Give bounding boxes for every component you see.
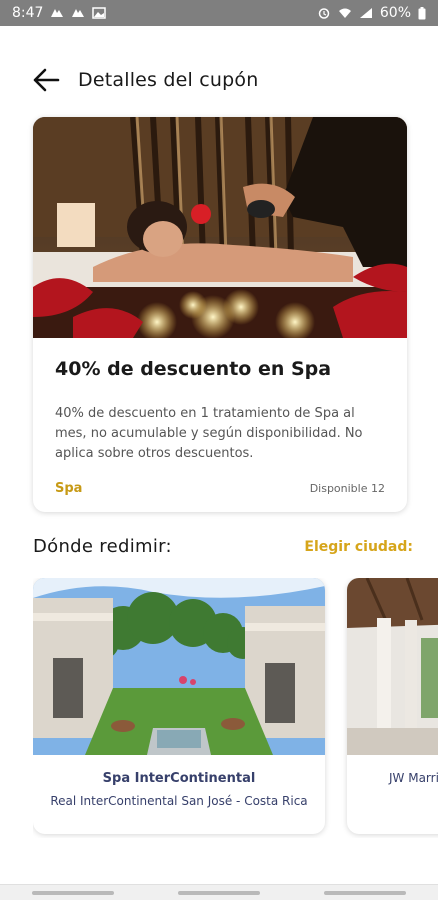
coupon-description: 40% de descuento en 1 tratamiento de Spa… xyxy=(55,406,363,461)
back-button[interactable] xyxy=(30,64,62,96)
coupon-card: 40% de descuento en Spa 40% de descuento… xyxy=(33,117,407,512)
arrow-left-icon xyxy=(33,68,60,92)
status-right: 60% xyxy=(317,5,426,21)
notification-icon xyxy=(50,7,64,19)
status-bar: 8:47 60% xyxy=(0,0,438,26)
coupon-category: Spa xyxy=(55,481,83,496)
place-name: Spa InterContinental xyxy=(102,771,256,786)
coupon-body: 40% de descuento en Spa 40% de descuento… xyxy=(33,338,407,464)
redeem-section-header: Dónde redimir: Elegir ciudad: xyxy=(33,536,413,557)
place-card[interactable]: JW Marriott xyxy=(347,578,438,834)
coupon-footer: Spa Disponible 12 xyxy=(55,481,385,496)
nav-recents-button[interactable] xyxy=(32,890,114,895)
battery-icon xyxy=(418,7,426,20)
image-icon xyxy=(92,7,107,19)
place-card[interactable]: Spa InterContinental Real InterContinent… xyxy=(33,578,325,834)
place-location: JW Marriott xyxy=(389,771,438,785)
hotel-terrace-image xyxy=(347,578,438,755)
nav-back-button[interactable] xyxy=(324,890,406,895)
spa-massage-image xyxy=(33,117,407,338)
signal-icon xyxy=(359,7,373,19)
app-header: Detalles del cupón xyxy=(0,56,438,104)
status-left: 8:47 xyxy=(12,5,107,21)
hotel-garden-image xyxy=(33,578,325,755)
notification-icon xyxy=(71,7,85,19)
coupon-availability: Disponible 12 xyxy=(309,482,385,495)
places-carousel[interactable]: Spa InterContinental Real InterContinent… xyxy=(33,578,438,838)
place-location: Real InterContinental San José - Costa R… xyxy=(50,794,308,808)
status-time: 8:47 xyxy=(12,5,44,21)
redeem-title: Dónde redimir: xyxy=(33,536,172,557)
nav-home-button[interactable] xyxy=(178,890,260,895)
system-nav-bar xyxy=(0,884,438,900)
coupon-title: 40% de descuento en Spa xyxy=(55,358,332,380)
wifi-icon xyxy=(338,7,352,19)
battery-percent: 60% xyxy=(379,5,411,21)
alarm-icon xyxy=(317,7,331,19)
page-title: Detalles del cupón xyxy=(78,69,259,91)
choose-city-link[interactable]: Elegir ciudad: xyxy=(304,539,413,555)
